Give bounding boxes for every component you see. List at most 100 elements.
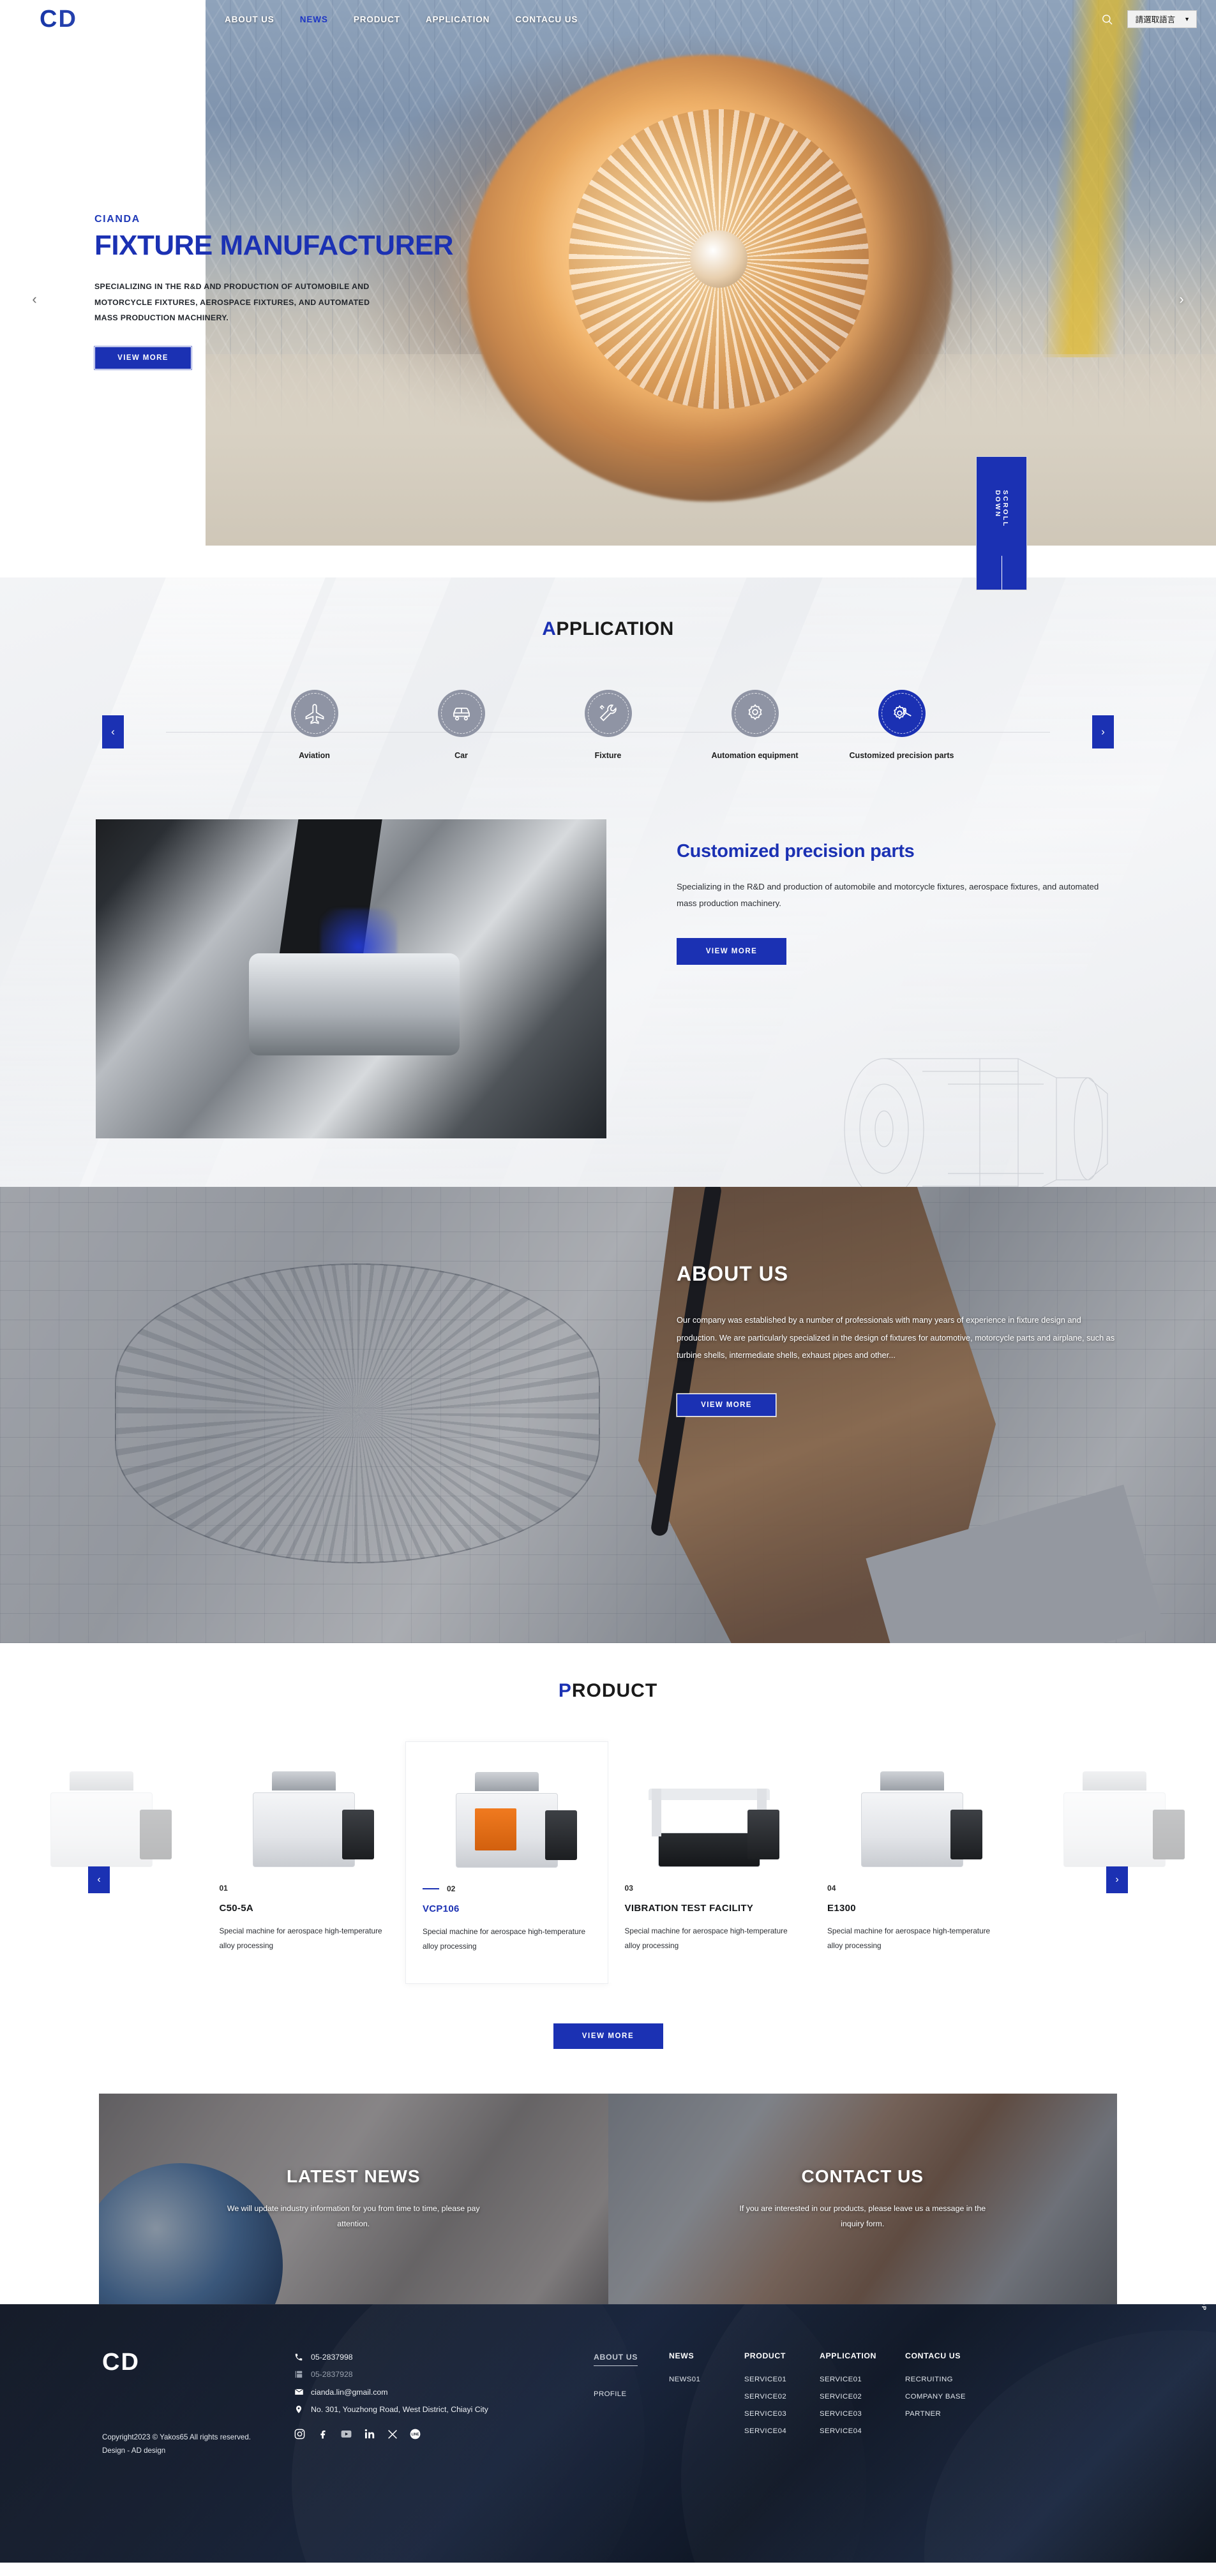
- application-next-button[interactable]: ›: [1092, 715, 1114, 748]
- product-card-02[interactable]: 02 VCP106 Special machine for aerospace …: [405, 1741, 608, 1984]
- hero-prev-arrow[interactable]: ‹: [26, 290, 43, 308]
- footer-content: C D Copyright2023 © Yakos65 All rights r…: [0, 2304, 1216, 2458]
- application-step-label: Fixture: [594, 751, 622, 760]
- footer-column-product: PRODUCT SERVICE01 SERVICE02 SERVICE03 SE…: [744, 2351, 820, 2458]
- engine-wireframe-illustration: [844, 1058, 1108, 1187]
- nav-item-contact-us[interactable]: CONTACU US: [515, 15, 578, 24]
- footer-phone-row[interactable]: 05-2837998: [294, 2353, 594, 2362]
- about-view-more-button[interactable]: VIEW MORE: [676, 1392, 777, 1417]
- product-image: [827, 1755, 996, 1867]
- footer-link[interactable]: SERVICE02: [820, 2393, 905, 2401]
- footer-column-list: SERVICE01 SERVICE02 SERVICE03 SERVICE04: [744, 2376, 820, 2435]
- nav-item-application[interactable]: APPLICATION: [426, 15, 490, 24]
- footer-column-title[interactable]: PRODUCT: [744, 2351, 820, 2360]
- application-title: APPLICATION: [0, 577, 1216, 640]
- footer-link[interactable]: RECRUITING: [905, 2376, 991, 2383]
- product-view-more-button[interactable]: VIEW MORE: [553, 2023, 663, 2049]
- footer-link[interactable]: SERVICE03: [744, 2410, 820, 2418]
- facebook-icon[interactable]: [317, 2428, 329, 2440]
- application-prev-button[interactable]: ‹: [102, 715, 124, 748]
- footer-column-news: NEWS NEWS01: [669, 2351, 744, 2458]
- application-view-more-button[interactable]: VIEW MORE: [677, 937, 786, 965]
- about-section: ABOUT US Our company was established by …: [0, 1187, 1216, 1643]
- product-image: [625, 1755, 794, 1867]
- footer-column-title[interactable]: NEWS: [669, 2351, 744, 2360]
- footer-email-row[interactable]: cianda.lin@gmail.com: [294, 2387, 594, 2397]
- nav-item-news[interactable]: NEWS: [300, 15, 328, 24]
- top-navigation-bar: C D ABOUT US NEWS PRODUCT APPLICATION CO…: [0, 0, 1216, 38]
- site-logo[interactable]: C D: [0, 0, 206, 38]
- footer-link[interactable]: COMPANY BASE: [905, 2393, 991, 2401]
- product-prev-button[interactable]: ‹: [88, 1866, 110, 1893]
- application-step-customized-precision-parts[interactable]: Customized precision parts: [829, 690, 975, 762]
- application-step-car[interactable]: Car: [388, 690, 535, 762]
- product-description: Special machine for aerospace high-tempe…: [624, 1926, 788, 1950]
- footer-link[interactable]: SERVICE01: [744, 2376, 820, 2383]
- footer-link[interactable]: PARTNER: [905, 2410, 991, 2418]
- product-next-button[interactable]: ›: [1106, 1866, 1128, 1893]
- machine-illustration: [22, 1771, 181, 1867]
- language-select[interactable]: 請選取語言 ▼: [1127, 10, 1197, 28]
- application-detail-image: [96, 819, 606, 1138]
- product-card-01[interactable]: 01 C50-5A Special machine for aerospace …: [202, 1741, 405, 1983]
- footer-link[interactable]: SERVICE03: [820, 2410, 905, 2418]
- footer-logo-block: C D Copyright2023 © Yakos65 All rights r…: [102, 2350, 294, 2458]
- footer-fax: 05-2837928: [311, 2370, 353, 2379]
- footer-column-title[interactable]: APPLICATION: [820, 2351, 905, 2360]
- product-index-number: 01: [219, 1884, 228, 1893]
- contact-us-title: CONTACT US: [801, 2166, 924, 2186]
- footer-address-row[interactable]: No. 301, Youzhong Road, West District, C…: [294, 2405, 594, 2414]
- product-title: PRODUCT: [0, 1680, 1216, 1702]
- application-step-automation-equipment[interactable]: Automation equipment: [682, 690, 829, 762]
- product-card-03[interactable]: 03 VIBRATION TEST FACILITY Special machi…: [608, 1741, 811, 1983]
- product-image: [219, 1755, 388, 1867]
- product-card-04[interactable]: 04 E1300 Special machine for aerospace h…: [811, 1741, 1014, 1983]
- application-detail-body: Specializing in the R&D and production o…: [677, 881, 1099, 909]
- instagram-icon[interactable]: [294, 2428, 306, 2440]
- about-heading: ABOUT US: [677, 1262, 789, 1285]
- footer-column-application: APPLICATION SERVICE01 SERVICE02 SERVICE0…: [820, 2351, 905, 2458]
- search-icon[interactable]: [1101, 13, 1113, 26]
- product-description: Special machine for aerospace high-tempe…: [219, 1926, 382, 1950]
- airplane-icon: [290, 690, 338, 737]
- footer-column-contact-us: CONTACU US RECRUITING COMPANY BASE PARTN…: [905, 2351, 991, 2458]
- application-section: APPLICATION ‹ › Aviation Car Fixture Aut…: [0, 577, 1216, 1187]
- footer-column-list: NEWS01: [669, 2376, 744, 2383]
- logo-letter-c: C: [40, 6, 57, 33]
- hero-next-arrow[interactable]: ›: [1173, 290, 1190, 308]
- application-step-label: Aviation: [299, 751, 330, 760]
- product-index: 01: [219, 1884, 388, 1893]
- latest-news-card[interactable]: LATEST NEWS We will update industry info…: [99, 2094, 608, 2304]
- news-overlay: [99, 2094, 608, 2304]
- footer-link[interactable]: SERVICE04: [820, 2427, 905, 2435]
- footer-address: No. 301, Youzhong Road, West District, C…: [311, 2405, 488, 2414]
- product-name: VCP106: [422, 1903, 460, 1914]
- footer-column-title[interactable]: CONTACU US: [905, 2351, 991, 2360]
- footer-fax-row[interactable]: 05-2837928: [294, 2370, 594, 2379]
- application-step-aviation[interactable]: Aviation: [241, 690, 388, 762]
- hero-description: SPECIALIZING IN THE R&D AND PRODUCTION O…: [94, 282, 370, 323]
- footer-link[interactable]: SERVICE04: [744, 2427, 820, 2435]
- footer-column-list: RECRUITING COMPANY BASE PARTNER: [905, 2376, 991, 2418]
- footer-link[interactable]: PROFILE: [594, 2390, 669, 2398]
- scroll-down-indicator[interactable]: SCROLL DOWN: [976, 456, 1027, 590]
- footer-link[interactable]: NEWS01: [669, 2376, 744, 2383]
- machine-illustration: [629, 1771, 789, 1867]
- page-top-button[interactable]: PAGE TOP: [1200, 2304, 1207, 2311]
- linkedin-icon[interactable]: [364, 2428, 376, 2440]
- gear-icon: [731, 690, 779, 737]
- x-icon[interactable]: [387, 2429, 398, 2440]
- footer-logo[interactable]: C D: [102, 2350, 294, 2374]
- nav-item-product[interactable]: PRODUCT: [354, 15, 400, 24]
- hero-view-more-button[interactable]: VIEW MORE: [94, 345, 192, 370]
- contact-us-card[interactable]: CONTACT US If you are interested in our …: [608, 2094, 1117, 2304]
- application-steps: ‹ › Aviation Car Fixture Automation equi…: [0, 690, 1216, 762]
- youtube-icon[interactable]: [340, 2428, 353, 2440]
- nav-item-about-us[interactable]: ABOUT US: [225, 15, 274, 24]
- footer-column-title[interactable]: ABOUT US: [594, 2353, 638, 2366]
- footer-link[interactable]: SERVICE02: [744, 2393, 820, 2401]
- footer-link[interactable]: SERVICE01: [820, 2376, 905, 2383]
- language-select-value: 請選取語言: [1135, 15, 1176, 24]
- line-icon[interactable]: LINE: [409, 2428, 421, 2440]
- application-step-fixture[interactable]: Fixture: [535, 690, 682, 762]
